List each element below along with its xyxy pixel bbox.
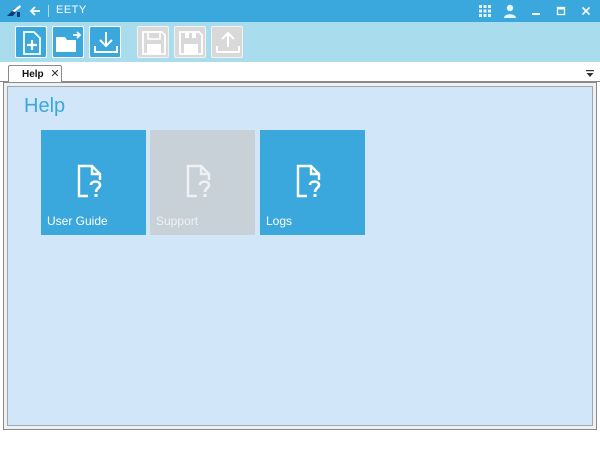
open-folder-button[interactable] — [52, 26, 84, 58]
tab-label: Help — [22, 69, 44, 80]
page-title: Help — [24, 95, 66, 117]
help-panel: Help User Guide Support Logs — [7, 86, 593, 426]
tile-label: User Guide — [47, 214, 108, 228]
document-question-icon — [293, 163, 329, 199]
close-icon[interactable] — [578, 3, 594, 19]
document-question-icon — [74, 163, 110, 199]
upload-icon — [216, 31, 240, 53]
tile-user-guide[interactable]: User Guide — [41, 130, 146, 235]
download-icon — [94, 32, 118, 53]
window-title: EETY — [56, 4, 87, 16]
grid-icon[interactable] — [477, 3, 493, 19]
tile-support[interactable]: Support — [150, 130, 255, 235]
tile-label: Support — [156, 214, 199, 228]
content-area: Help User Guide Support Logs — [3, 82, 597, 430]
new-document-icon — [23, 31, 41, 55]
app-logo-icon — [6, 3, 22, 19]
title-separator — [48, 5, 49, 17]
open-folder-icon — [56, 31, 82, 52]
save-button[interactable] — [137, 26, 169, 58]
maximize-icon[interactable] — [553, 3, 569, 19]
tile-logs[interactable]: Logs — [260, 130, 365, 235]
tab-help[interactable]: Help ✕ — [8, 65, 62, 83]
title-bar: EETY — [0, 0, 600, 22]
document-question-icon — [183, 163, 219, 199]
tab-strip: Help ✕ — [0, 62, 600, 83]
toolbar — [0, 22, 600, 62]
back-arrow-icon[interactable] — [27, 3, 43, 19]
tab-close-icon[interactable]: ✕ — [49, 67, 61, 81]
tile-label: Logs — [266, 214, 293, 228]
save-all-button[interactable] — [174, 26, 206, 58]
download-button[interactable] — [89, 26, 121, 58]
user-icon[interactable] — [502, 3, 518, 19]
save-icon — [142, 31, 166, 55]
save-all-icon — [179, 31, 203, 55]
minimize-icon[interactable] — [528, 3, 544, 19]
new-document-button[interactable] — [15, 26, 47, 58]
upload-button[interactable] — [211, 26, 243, 58]
tab-menu-icon[interactable] — [585, 66, 595, 77]
